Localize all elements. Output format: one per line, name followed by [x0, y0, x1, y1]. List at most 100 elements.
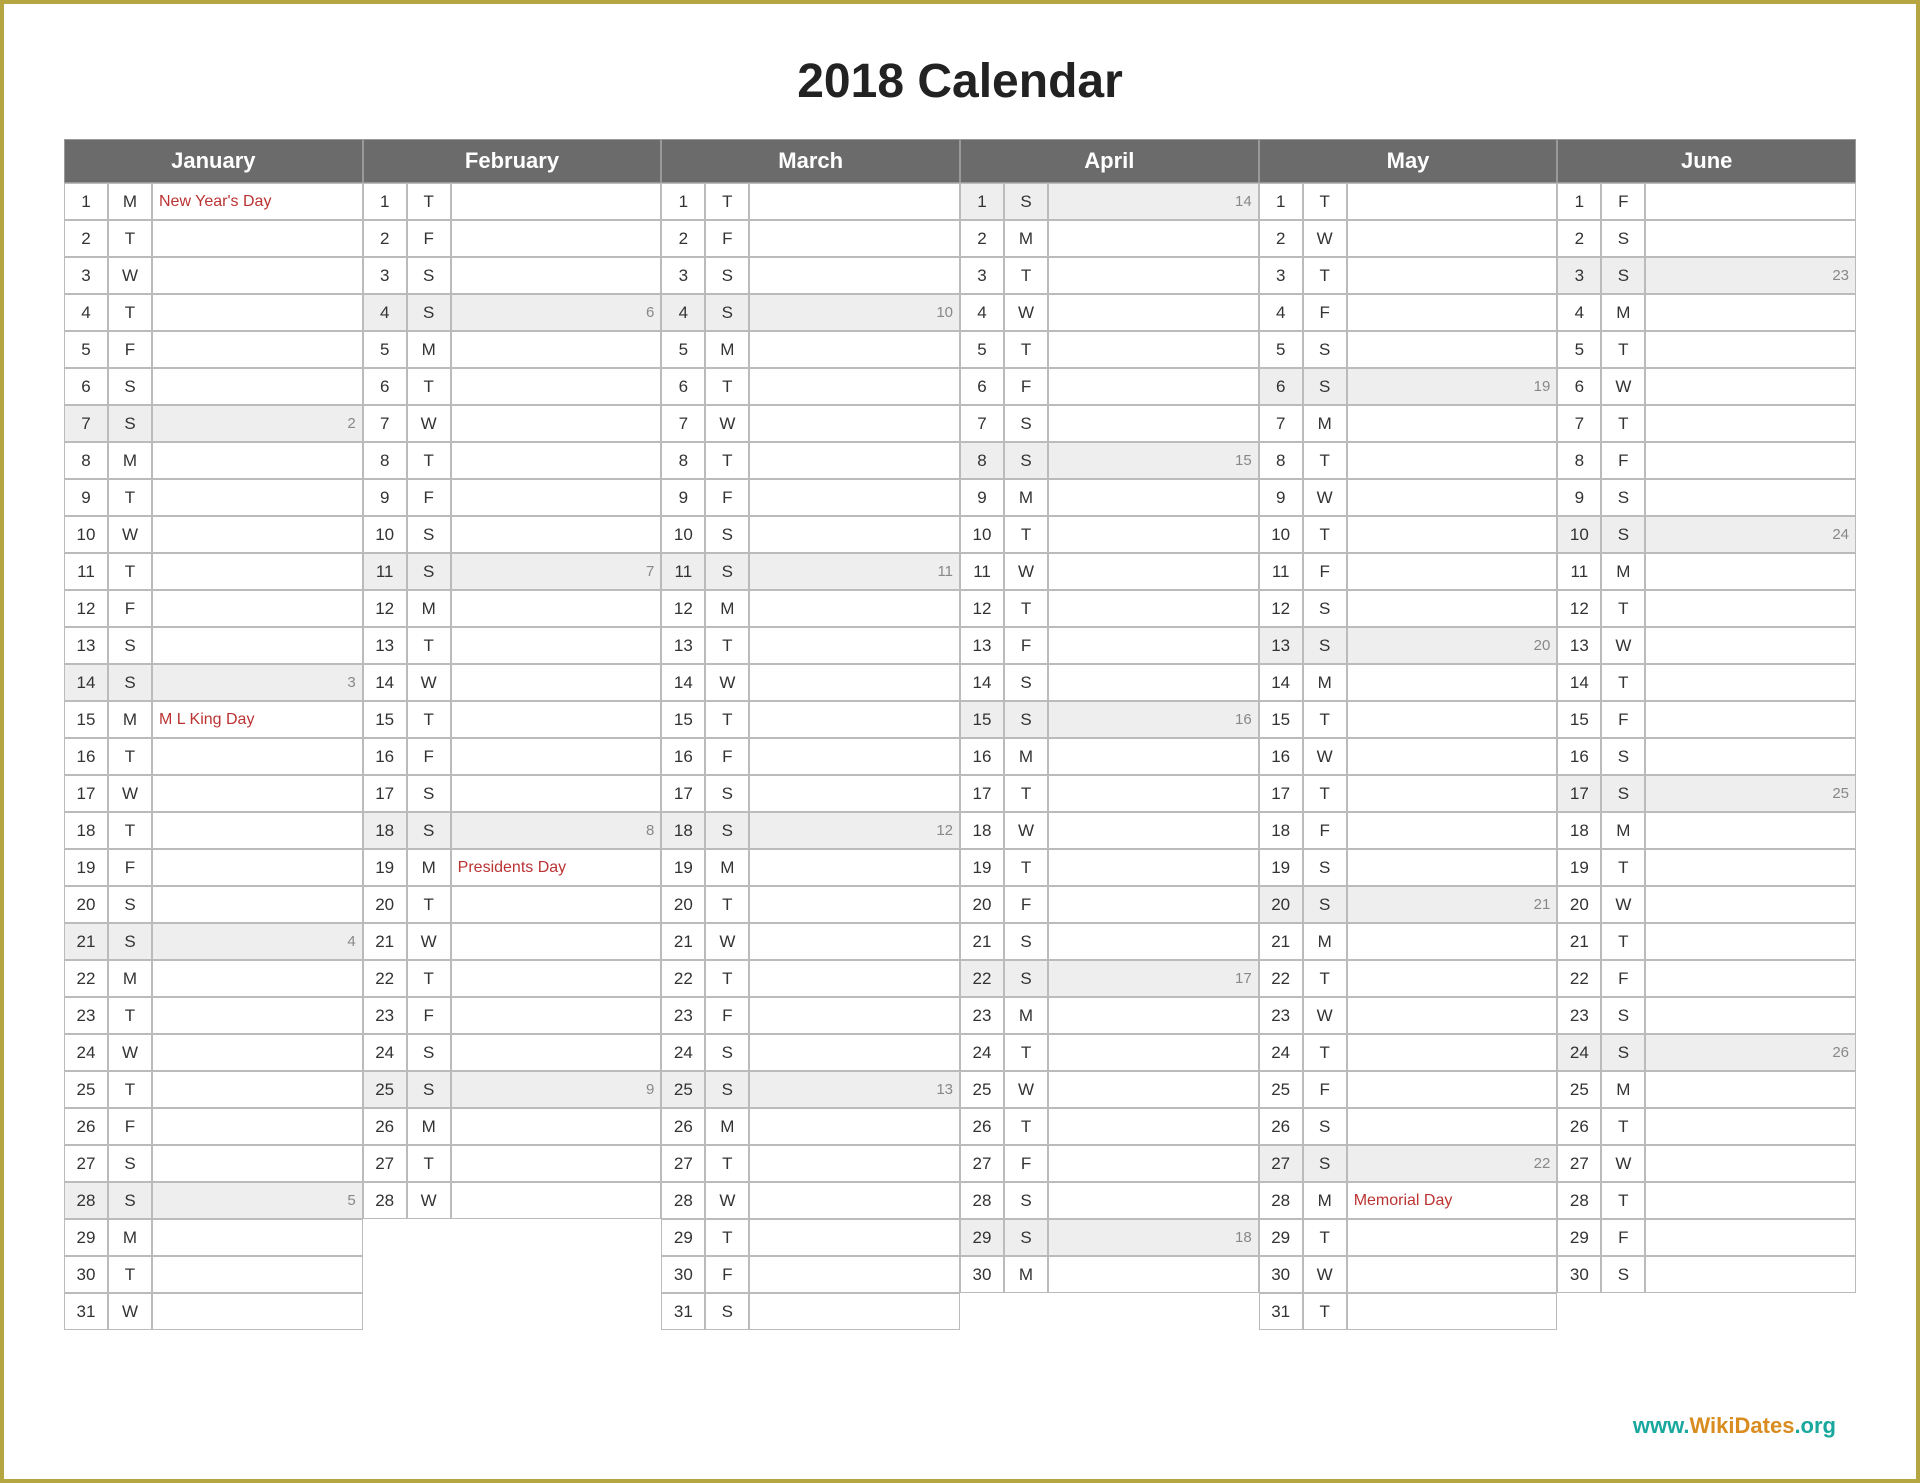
day-number: 22 [363, 960, 407, 997]
day-row: 8F [1557, 442, 1856, 479]
week-number: 24 [1832, 526, 1849, 543]
day-event-cell [451, 479, 662, 516]
day-of-week: W [108, 1293, 152, 1330]
week-number: 5 [347, 1192, 355, 1209]
day-number: 20 [960, 886, 1004, 923]
day-of-week: S [705, 257, 749, 294]
day-of-week [407, 1219, 451, 1256]
day-number: 2 [960, 220, 1004, 257]
day-number: 3 [1259, 257, 1303, 294]
day-of-week: W [407, 1182, 451, 1219]
day-number: 13 [661, 627, 705, 664]
day-row: 20T [363, 886, 662, 923]
day-row: 14S3 [64, 664, 363, 701]
day-of-week: M [1601, 1071, 1645, 1108]
day-event-cell [1048, 331, 1259, 368]
day-of-week: S [1004, 664, 1048, 701]
day-row: 31W [64, 1293, 363, 1330]
footer-link[interactable]: www.WikiDates.org [1633, 1413, 1836, 1439]
day-event-cell [451, 516, 662, 553]
day-of-week: T [407, 627, 451, 664]
day-event-cell [1347, 1256, 1558, 1293]
day-number: 5 [64, 331, 108, 368]
month-column: June1F2S3S234M5T6W7T8F9S10S2411M12T13W14… [1557, 139, 1856, 1330]
day-event-cell [1645, 849, 1856, 886]
day-row: 27F [960, 1145, 1259, 1182]
week-number: 6 [646, 304, 654, 321]
month-column: March1T2F3S4S105M6T7W8T9F10S11S1112M13T1… [661, 139, 960, 1330]
day-of-week: S [108, 1145, 152, 1182]
week-number: 25 [1832, 785, 1849, 802]
day-of-week: M [407, 1108, 451, 1145]
day-of-week: W [1601, 1145, 1645, 1182]
day-row: 1MNew Year's Day [64, 183, 363, 220]
day-row: 3T [960, 257, 1259, 294]
day-event-cell [1645, 1293, 1856, 1330]
day-event-cell [749, 405, 960, 442]
day-row: 2M [960, 220, 1259, 257]
day-event-cell [152, 960, 363, 997]
day-of-week: W [407, 664, 451, 701]
day-event-cell [451, 1256, 662, 1293]
day-of-week: S [1303, 886, 1347, 923]
day-of-week: F [108, 331, 152, 368]
day-number: 14 [1557, 664, 1601, 701]
day-event-cell [152, 1108, 363, 1145]
day-row: 26T [960, 1108, 1259, 1145]
day-number: 19 [1259, 849, 1303, 886]
day-of-week: T [705, 183, 749, 220]
day-number: 20 [64, 886, 108, 923]
day-row: 9S [1557, 479, 1856, 516]
day-event-cell [749, 664, 960, 701]
day-event-cell [152, 997, 363, 1034]
day-row: 11S11 [661, 553, 960, 590]
day-row: 28W [661, 1182, 960, 1219]
day-row: 29F [1557, 1219, 1856, 1256]
day-event-cell [1645, 997, 1856, 1034]
day-of-week: F [1601, 960, 1645, 997]
day-row: 23S [1557, 997, 1856, 1034]
week-number: 7 [646, 563, 654, 580]
day-number: 21 [960, 923, 1004, 960]
day-number: 4 [661, 294, 705, 331]
day-event-cell [451, 220, 662, 257]
day-number: 26 [960, 1108, 1004, 1145]
holiday-label: M L King Day [159, 711, 254, 729]
day-event-cell [1048, 1256, 1259, 1293]
week-number: 13 [936, 1081, 953, 1098]
day-number: 27 [363, 1145, 407, 1182]
day-row: 1T [363, 183, 662, 220]
day-row: 9M [960, 479, 1259, 516]
day-of-week: T [1303, 257, 1347, 294]
day-event-cell [1347, 183, 1558, 220]
day-number: 17 [1557, 775, 1601, 812]
day-row: 23F [661, 997, 960, 1034]
day-event-cell [451, 590, 662, 627]
day-event-cell [152, 294, 363, 331]
day-number: 10 [960, 516, 1004, 553]
day-event-cell [1645, 812, 1856, 849]
day-row: 25F [1259, 1071, 1558, 1108]
day-event-cell [1048, 738, 1259, 775]
day-event-cell [749, 442, 960, 479]
week-number: 21 [1534, 896, 1551, 913]
day-of-week: S [407, 1034, 451, 1071]
day-of-week: T [705, 627, 749, 664]
day-of-week: S [407, 294, 451, 331]
day-number: 19 [661, 849, 705, 886]
day-number: 26 [1259, 1108, 1303, 1145]
day-row: 2S [1557, 220, 1856, 257]
day-of-week: T [1601, 331, 1645, 368]
day-of-week: S [1601, 1256, 1645, 1293]
day-row: 1F [1557, 183, 1856, 220]
day-of-week: F [108, 849, 152, 886]
day-number: 19 [64, 849, 108, 886]
day-event-cell [1645, 1256, 1856, 1293]
day-row: 30M [960, 1256, 1259, 1293]
day-of-week: T [108, 294, 152, 331]
day-of-week: S [1303, 1145, 1347, 1182]
day-number: 13 [1259, 627, 1303, 664]
day-of-week: M [1601, 553, 1645, 590]
day-number: 9 [363, 479, 407, 516]
day-number: 3 [661, 257, 705, 294]
